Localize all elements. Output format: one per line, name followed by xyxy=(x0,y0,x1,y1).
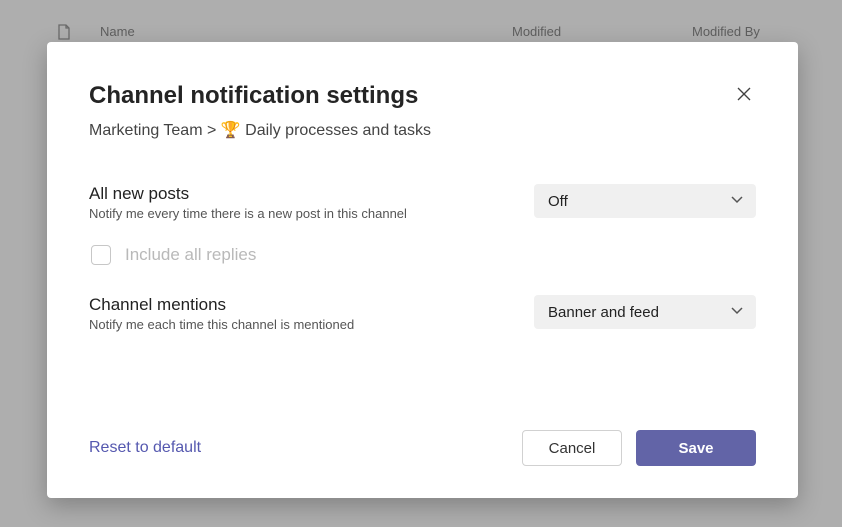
breadcrumb: Marketing Team > 🏆 Daily processes and t… xyxy=(89,120,756,140)
all-posts-title: All new posts xyxy=(89,184,504,204)
breadcrumb-channel: Daily processes and tasks xyxy=(245,122,431,139)
cancel-button[interactable]: Cancel xyxy=(522,430,622,466)
breadcrumb-team: Marketing Team xyxy=(89,122,203,139)
channel-mentions-value: Banner and feed xyxy=(548,304,659,321)
channel-mentions-dropdown[interactable]: Banner and feed xyxy=(534,295,756,329)
channel-mentions-desc: Notify me each time this channel is ment… xyxy=(89,317,504,332)
breadcrumb-separator: > xyxy=(207,122,216,139)
close-button[interactable] xyxy=(732,82,756,106)
include-replies-checkbox[interactable] xyxy=(91,245,111,265)
modal-title: Channel notification settings xyxy=(89,82,418,110)
channel-mentions-title: Channel mentions xyxy=(89,295,504,315)
chevron-down-icon xyxy=(730,192,744,210)
save-button[interactable]: Save xyxy=(636,430,756,466)
trophy-icon: 🏆 xyxy=(221,122,241,139)
setting-channel-mentions: Channel mentions Notify me each time thi… xyxy=(89,295,756,332)
reset-to-default-link[interactable]: Reset to default xyxy=(89,439,201,457)
chevron-down-icon xyxy=(730,303,744,321)
all-posts-dropdown[interactable]: Off xyxy=(534,184,756,218)
include-replies-label: Include all replies xyxy=(125,245,256,265)
setting-all-new-posts: All new posts Notify me every time there… xyxy=(89,184,756,221)
all-posts-desc: Notify me every time there is a new post… xyxy=(89,206,504,221)
channel-notification-settings-modal: Channel notification settings Marketing … xyxy=(47,42,798,498)
all-posts-value: Off xyxy=(548,193,568,210)
include-replies-row[interactable]: Include all replies xyxy=(91,245,756,265)
close-icon xyxy=(737,87,751,101)
